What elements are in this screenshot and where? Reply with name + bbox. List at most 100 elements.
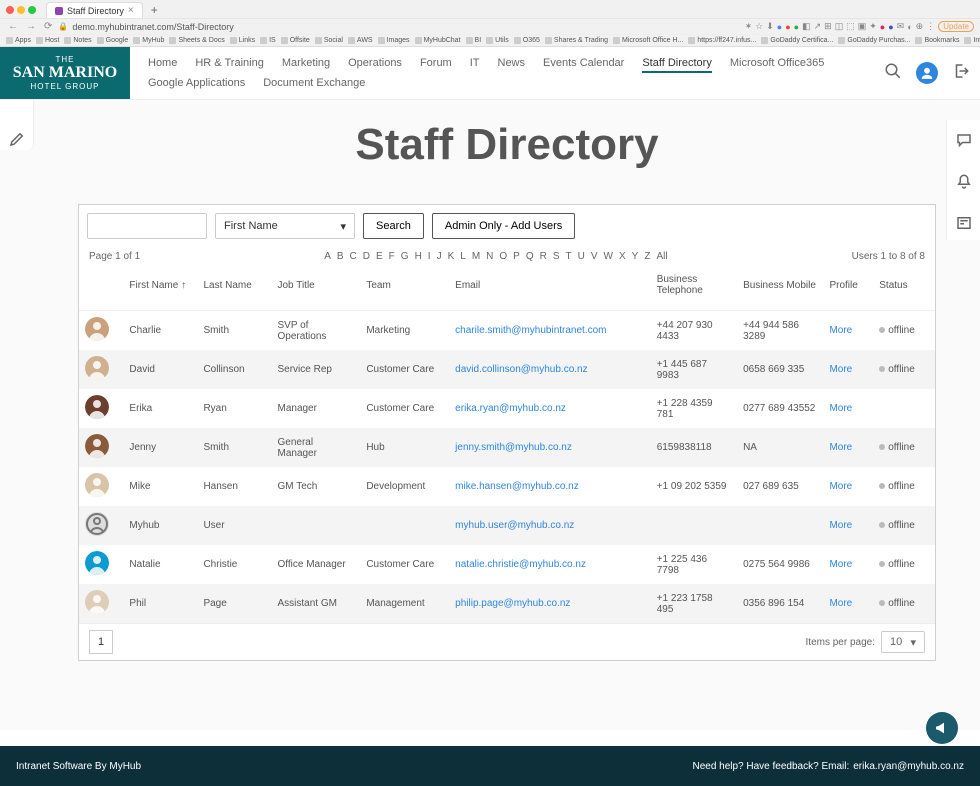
back-button[interactable]: ← bbox=[6, 21, 20, 32]
bell-icon[interactable] bbox=[955, 173, 973, 196]
nav-item[interactable]: Marketing bbox=[282, 57, 330, 73]
bookmark-item[interactable]: Shares & Trading bbox=[545, 37, 608, 44]
bookmark-item[interactable]: O365 bbox=[514, 37, 540, 44]
alpha-letter[interactable]: X bbox=[619, 251, 626, 262]
cell-email[interactable]: erika.ryan@myhub.co.nz bbox=[449, 389, 651, 428]
current-page[interactable]: 1 bbox=[89, 630, 113, 654]
alpha-letter[interactable]: U bbox=[578, 251, 585, 262]
column-header[interactable]: Team bbox=[360, 266, 449, 311]
bookmark-item[interactable]: MyHub bbox=[133, 37, 164, 44]
bookmark-item[interactable]: GoDaddy Certifica... bbox=[761, 37, 833, 44]
alpha-letter[interactable]: All bbox=[656, 251, 667, 262]
bookmark-item[interactable]: BI bbox=[466, 37, 482, 44]
nav-item[interactable]: Home bbox=[148, 57, 177, 73]
nav-item[interactable]: Forum bbox=[420, 57, 452, 73]
update-button[interactable]: Update bbox=[938, 21, 974, 32]
bookmark-item[interactable]: IS bbox=[260, 37, 276, 44]
profile-link[interactable]: More bbox=[829, 364, 852, 375]
column-header[interactable] bbox=[79, 266, 123, 311]
bookmark-item[interactable]: MyHubChat bbox=[415, 37, 461, 44]
nav-item[interactable]: Microsoft Office365 bbox=[730, 57, 825, 73]
admin-add-users-button[interactable]: Admin Only - Add Users bbox=[432, 213, 575, 239]
alpha-letter[interactable]: K bbox=[448, 251, 455, 262]
alpha-letter[interactable]: H bbox=[415, 251, 422, 262]
bookmark-item[interactable]: Utils bbox=[486, 37, 509, 44]
alpha-letter[interactable]: Z bbox=[644, 251, 650, 262]
window-close[interactable] bbox=[6, 6, 14, 14]
cell-email[interactable]: myhub.user@myhub.co.nz bbox=[449, 506, 651, 545]
alpha-letter[interactable]: D bbox=[363, 251, 370, 262]
profile-link[interactable]: More bbox=[829, 325, 852, 336]
alpha-letter[interactable]: R bbox=[540, 251, 547, 262]
column-header[interactable]: Business Mobile bbox=[737, 266, 823, 311]
logo[interactable]: THE SAN MARINO HOTEL GROUP bbox=[0, 47, 130, 99]
alpha-letter[interactable]: O bbox=[499, 251, 507, 262]
search-button[interactable]: Search bbox=[363, 213, 424, 239]
profile-link[interactable]: More bbox=[829, 442, 852, 453]
profile-link[interactable]: More bbox=[829, 598, 852, 609]
bookmark-item[interactable]: Google bbox=[97, 37, 129, 44]
forward-button[interactable]: → bbox=[24, 21, 38, 32]
bookmark-item[interactable]: Bookmarks bbox=[915, 37, 959, 44]
footer-email[interactable]: erika.ryan@myhub.co.nz bbox=[853, 761, 964, 772]
reload-button[interactable]: ⟳ bbox=[42, 21, 54, 32]
window-maximize[interactable] bbox=[28, 6, 36, 14]
alpha-letter[interactable]: W bbox=[604, 251, 613, 262]
alpha-letter[interactable]: E bbox=[376, 251, 383, 262]
column-header[interactable]: First Name ↑ bbox=[123, 266, 197, 311]
bookmark-item[interactable]: Apps bbox=[6, 37, 31, 44]
field-select[interactable]: First Name ▾ bbox=[215, 213, 355, 239]
bookmark-item[interactable]: AWS bbox=[348, 37, 373, 44]
cell-email[interactable]: natalie.christie@myhub.co.nz bbox=[449, 545, 651, 584]
alpha-letter[interactable]: F bbox=[389, 251, 395, 262]
alpha-letter[interactable]: S bbox=[553, 251, 560, 262]
nav-item[interactable]: Events Calendar bbox=[543, 57, 624, 73]
nav-item[interactable]: Google Applications bbox=[148, 77, 245, 89]
bookmark-item[interactable]: GoDaddy Purchas... bbox=[838, 37, 910, 44]
alpha-letter[interactable]: P bbox=[513, 251, 520, 262]
alpha-letter[interactable]: G bbox=[401, 251, 409, 262]
items-per-page-select[interactable]: 10 ▾ bbox=[881, 631, 925, 653]
nav-item[interactable]: IT bbox=[470, 57, 480, 73]
edit-icon[interactable] bbox=[8, 130, 26, 153]
bookmark-item[interactable]: Host bbox=[36, 37, 59, 44]
profile-link[interactable]: More bbox=[829, 559, 852, 570]
bookmark-item[interactable]: Images bbox=[378, 37, 410, 44]
column-header[interactable]: Status bbox=[873, 266, 935, 311]
alpha-letter[interactable]: T bbox=[566, 251, 572, 262]
nav-item[interactable]: News bbox=[498, 57, 526, 73]
browser-tab[interactable]: Staff Directory × bbox=[46, 2, 143, 18]
bookmark-item[interactable]: https://ff247.infus... bbox=[688, 37, 756, 44]
cell-email[interactable]: mike.hansen@myhub.co.nz bbox=[449, 467, 651, 506]
alpha-letter[interactable]: I bbox=[428, 251, 431, 262]
alpha-letter[interactable]: Y bbox=[632, 251, 639, 262]
bookmark-item[interactable]: Links bbox=[230, 37, 255, 44]
bookmark-item[interactable]: Sheets & Docs bbox=[169, 37, 224, 44]
alpha-letter[interactable]: M bbox=[472, 251, 480, 262]
nav-item[interactable]: Staff Directory bbox=[642, 57, 712, 73]
profile-link[interactable]: More bbox=[829, 520, 852, 531]
window-minimize[interactable] bbox=[17, 6, 25, 14]
bookmark-item[interactable]: Notes bbox=[64, 37, 91, 44]
bookmark-item[interactable]: Offsite bbox=[281, 37, 310, 44]
bookmark-item[interactable]: Intranet Authors bbox=[964, 37, 980, 44]
cell-email[interactable]: jenny.smith@myhub.co.nz bbox=[449, 428, 651, 467]
alpha-letter[interactable]: V bbox=[591, 251, 598, 262]
user-avatar[interactable] bbox=[916, 62, 938, 84]
extension-icons[interactable]: ✶☆⬇●●● ◧↗⊞◫⬚▣✦ ●●✉◐⊕⋮ Update bbox=[745, 21, 974, 32]
cell-email[interactable]: charile.smith@myhubintranet.com bbox=[449, 311, 651, 351]
alpha-letter[interactable]: L bbox=[460, 251, 466, 262]
close-tab-icon[interactable]: × bbox=[128, 5, 134, 16]
column-header[interactable]: Business Telephone bbox=[651, 266, 737, 311]
cell-email[interactable]: david.collinson@myhub.co.nz bbox=[449, 350, 651, 389]
cell-email[interactable]: philip.page@myhub.co.nz bbox=[449, 584, 651, 623]
alpha-letter[interactable]: J bbox=[437, 251, 442, 262]
nav-item[interactable]: Document Exchange bbox=[263, 77, 365, 89]
chat-icon[interactable] bbox=[955, 132, 973, 155]
announce-fab[interactable] bbox=[926, 712, 958, 744]
logout-icon[interactable] bbox=[952, 62, 970, 85]
profile-link[interactable]: More bbox=[829, 481, 852, 492]
column-header[interactable]: Email bbox=[449, 266, 651, 311]
column-header[interactable]: Last Name bbox=[197, 266, 271, 311]
profile-link[interactable]: More bbox=[829, 403, 852, 414]
